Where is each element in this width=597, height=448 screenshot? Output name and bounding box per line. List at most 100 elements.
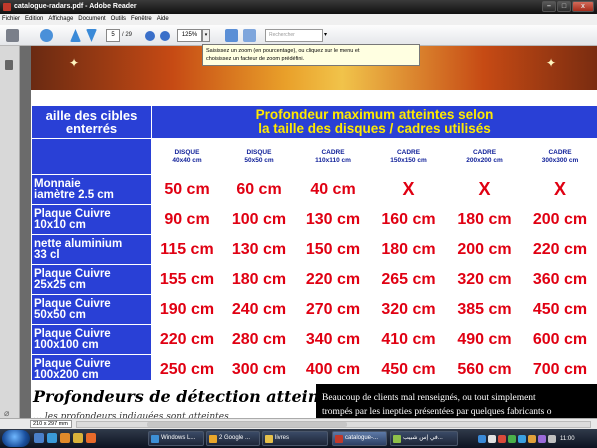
column-header-line-2: 50x50 cm: [244, 156, 274, 164]
minimize-button[interactable]: –: [542, 1, 556, 12]
task-app-icon: [209, 435, 217, 443]
messenger-icon[interactable]: [518, 434, 526, 443]
quick-launch: [34, 433, 96, 443]
navigation-pane: ⌀: [0, 46, 20, 428]
depth-cell: X: [446, 174, 523, 205]
antivirus-icon[interactable]: [498, 434, 506, 443]
taskbar-button[interactable]: في إس شبيب...: [390, 431, 458, 446]
depth-cell: 265 cm: [370, 264, 447, 295]
taskbar-button[interactable]: Windows L...: [148, 431, 204, 446]
search-dropdown-icon[interactable]: ▾: [324, 29, 327, 42]
toolbar: 5 / 29 125% ▾ Rechercher ▾: [0, 25, 597, 46]
depth-cell: 180 cm: [370, 234, 447, 265]
table-row: nette aluminium 33 cl 115 cm 130 cm 150 cm 18…: [31, 234, 597, 265]
maximize-button[interactable]: □: [557, 1, 571, 12]
start-button[interactable]: [2, 430, 30, 447]
table-row: Plaque Cuivre 100x100 cm 220 cm 280 cm 340 c…: [31, 324, 597, 355]
row-header-line-2: 100x200 cm: [34, 368, 99, 381]
clock[interactable]: 11:00: [560, 436, 575, 442]
taskbar: Windows L... 2 Google ... livres catalogue-…: [0, 429, 597, 448]
page-size-readout: 210 x 297 mm: [30, 420, 72, 428]
previous-page-icon[interactable]: [70, 29, 81, 42]
table-row: Plaque Cuivre 25x25 cm 155 cm 180 cm 220 cm 2…: [31, 264, 597, 295]
taskbar-button[interactable]: 2 Google ...: [206, 431, 260, 446]
column-header-blank: [31, 138, 152, 175]
menu-file[interactable]: Fichier: [2, 14, 20, 25]
depth-cell: 450 cm: [521, 294, 597, 325]
taskbar-button-label: في إس شبيب...: [403, 435, 443, 441]
column-header-3: CADRE 110x110 cm: [295, 138, 371, 175]
task-app-icon: [335, 435, 343, 443]
table-row: Monnaie iamètre 2.5 cm 50 cm 60 cm 40 cm X X X: [31, 174, 597, 205]
table-row: Plaque Cuivre 10x10 cm 90 cm 100 cm 130 cm 16…: [31, 204, 597, 235]
page-number-input[interactable]: 5: [106, 29, 120, 42]
volume-icon[interactable]: [488, 434, 496, 443]
taskbar-button-label: catalogue-...: [345, 435, 379, 441]
power-icon[interactable]: [528, 434, 536, 443]
title-bar: catalogue-radars.pdf - Adobe Reader – □ …: [0, 0, 597, 14]
status-bar: 210 x 297 mm: [0, 418, 597, 429]
depth-cell: 100 cm: [222, 204, 296, 235]
menu-tools[interactable]: Outils: [111, 14, 126, 25]
scrollbar-thumb[interactable]: [147, 422, 347, 427]
depth-cell: 490 cm: [446, 324, 523, 355]
table-header-main: Profondeur maximum atteintes selon la ta…: [150, 105, 597, 139]
header-left-line-2: enterrés: [65, 121, 118, 136]
menu-view[interactable]: Affichage: [48, 14, 73, 25]
network-icon[interactable]: [478, 434, 486, 443]
fit-page-icon[interactable]: [225, 29, 238, 42]
menu-window[interactable]: Fenêtre: [131, 14, 152, 25]
row-header-line-1: Monnaie: [34, 177, 81, 190]
column-header-line-1: CADRE: [472, 148, 497, 156]
show-desktop-icon[interactable]: [34, 433, 44, 443]
row-header-line-2: iamètre 2.5 cm: [34, 188, 114, 201]
row-header-line-1: Plaque Cuivre: [34, 267, 111, 280]
media-player-icon[interactable]: [86, 433, 96, 443]
menu-help[interactable]: Aide: [157, 14, 169, 25]
depth-cell: X: [370, 174, 447, 205]
next-page-icon[interactable]: [86, 29, 97, 42]
table-header-left: aille des cibles enterrés: [31, 105, 152, 139]
share-icon[interactable]: [40, 29, 53, 42]
row-header-line-1: Plaque Cuivre: [34, 207, 111, 220]
depth-cell: 270 cm: [295, 294, 371, 325]
speaker-icon[interactable]: [548, 434, 556, 443]
horizontal-scrollbar[interactable]: [76, 421, 591, 428]
header-main-line-2: la taille des disques / cadres utilisés: [258, 121, 491, 136]
close-button[interactable]: x: [572, 1, 594, 12]
depth-cell: 240 cm: [222, 294, 296, 325]
column-header-5: CADRE 200x200 cm: [446, 138, 523, 175]
taskbar-button[interactable]: livres: [262, 431, 328, 446]
search-input[interactable]: Rechercher: [265, 29, 323, 42]
row-header-line-1: Plaque Cuivre: [34, 327, 111, 340]
taskbar-button[interactable]: catalogue-...: [332, 431, 387, 446]
depth-cell: 60 cm: [222, 174, 296, 205]
update-icon[interactable]: [508, 434, 516, 443]
zoom-dropdown-icon[interactable]: ▾: [202, 29, 210, 42]
tooltip-line-1: Saisissez un zoom (en pourcentage), ou c…: [206, 48, 360, 54]
taskbar-button-label: Windows L...: [161, 435, 196, 441]
table-row: Plaque Cuivre 50x50 cm 190 cm 240 cm 270 cm 3…: [31, 294, 597, 325]
print-icon[interactable]: [6, 29, 19, 42]
depth-cell: 130 cm: [295, 204, 371, 235]
menu-document[interactable]: Document: [78, 14, 105, 25]
column-header-line-1: CADRE: [321, 148, 345, 156]
menu-edit[interactable]: Edition: [25, 14, 43, 25]
depth-cell: 340 cm: [295, 324, 371, 355]
zoom-input[interactable]: 125%: [177, 29, 202, 42]
row-header: Monnaie iamètre 2.5 cm: [31, 174, 152, 205]
folder-icon[interactable]: [73, 433, 83, 443]
zoom-in-icon[interactable]: [160, 31, 170, 41]
zoom-out-icon[interactable]: [145, 31, 155, 41]
depth-cell: 130 cm: [222, 234, 296, 265]
pages-panel-icon[interactable]: [5, 60, 13, 70]
language-icon[interactable]: [538, 434, 546, 443]
depth-cell: 200 cm: [521, 204, 597, 235]
internet-explorer-icon[interactable]: [47, 433, 57, 443]
zoom-tooltip: Saisissez un zoom (en pourcentage), ou c…: [202, 44, 420, 66]
document-area[interactable]: ✦ ✦ aille des cibles enterrés Profondeur…: [20, 46, 597, 428]
depth-cell: 160 cm: [370, 204, 447, 235]
depth-cell: 180 cm: [446, 204, 523, 235]
firefox-icon[interactable]: [60, 433, 70, 443]
fit-width-icon[interactable]: [243, 29, 256, 42]
